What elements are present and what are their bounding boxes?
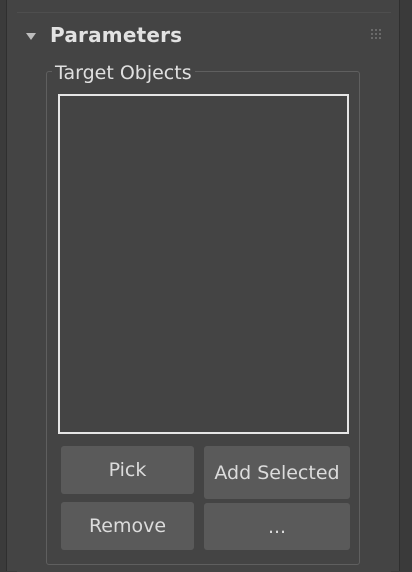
panel-scroll-gutter: [400, 0, 412, 571]
rollout-header[interactable]: Parameters: [17, 13, 391, 57]
target-objects-label: Target Objects: [52, 60, 195, 86]
pick-button[interactable]: Pick: [61, 446, 194, 494]
triangle-down-icon[interactable]: [26, 33, 36, 40]
remove-button[interactable]: Remove: [61, 502, 194, 550]
add-selected-button[interactable]: Add Selected: [204, 446, 350, 499]
rollout-title: Parameters: [50, 23, 183, 47]
target-objects-list[interactable]: [58, 94, 349, 434]
grip-dots-icon[interactable]: [371, 29, 383, 41]
more-options-button[interactable]: ...: [204, 503, 350, 550]
